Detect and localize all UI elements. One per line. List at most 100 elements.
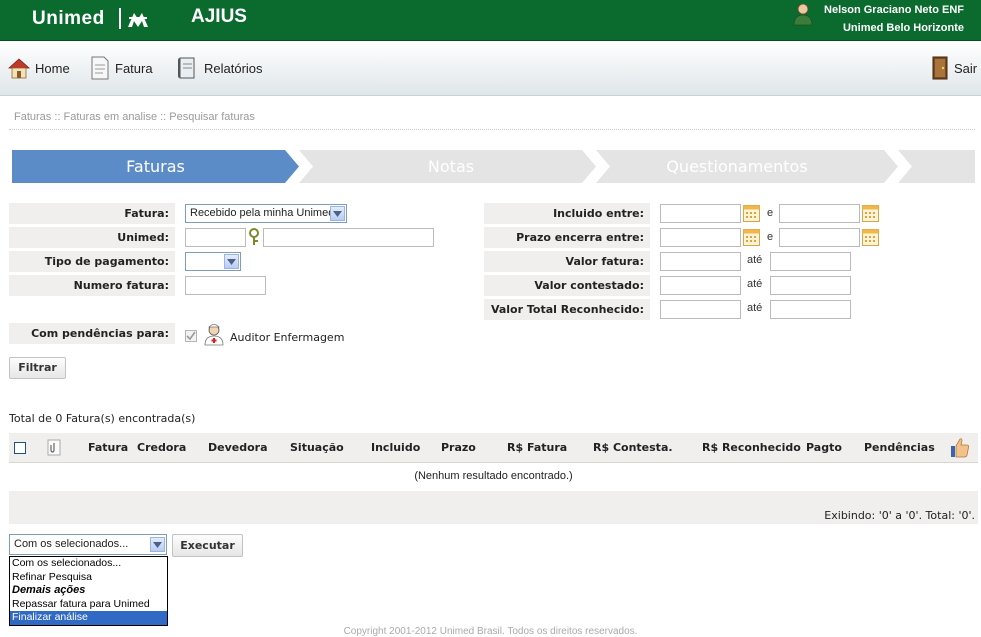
nav-relatorios-label: Relatórios — [204, 60, 263, 76]
calendar-icon[interactable] — [862, 205, 879, 222]
attachment-icon — [47, 439, 61, 456]
ate-label: até — [747, 302, 763, 314]
nav-home[interactable]: Home — [7, 54, 70, 82]
nav-home-label: Home — [35, 60, 70, 76]
ate-label: até — [747, 254, 763, 266]
col-credora[interactable]: Credora — [137, 441, 186, 454]
prazo-from-input[interactable] — [660, 228, 741, 247]
steps-wizard: Faturas Notas Questionamentos — [12, 150, 975, 183]
valor-fatura-label: Valor fatura: — [484, 251, 650, 272]
results-table-header: Fatura Credora Devedora Situação Incluid… — [9, 433, 978, 463]
col-pendencias[interactable]: Pendências — [864, 441, 935, 454]
unimed-code-input[interactable] — [185, 228, 246, 247]
copyright: Copyright 2001-2012 Unimed Brasil. Todos… — [343, 626, 638, 637]
filtrar-button[interactable]: Filtrar — [9, 357, 66, 379]
option-refinar-pesquisa[interactable]: Refinar Pesquisa — [10, 571, 167, 585]
incluido-from-input[interactable] — [660, 204, 741, 223]
col-rs-contesta[interactable]: R$ Contesta. — [593, 441, 673, 454]
step-faturas[interactable]: Faturas — [12, 150, 299, 183]
executar-button[interactable]: Executar — [172, 534, 243, 557]
breadcrumb: Faturas :: Faturas em analise :: Pesquis… — [14, 111, 255, 123]
col-prazo[interactable]: Prazo — [441, 441, 476, 454]
e-label: e — [767, 207, 774, 219]
fatura-select-value: Recebido pela minha Unimed — [190, 207, 335, 219]
pendencias-label: Com pendências para: — [9, 323, 175, 344]
col-rs-reconhecido[interactable]: R$ Reconhecido — [702, 441, 801, 454]
tipo-pagamento-select[interactable] — [185, 252, 241, 271]
bulk-action-options: Com os selecionados... Refinar Pesquisa … — [9, 556, 168, 626]
check-icon — [186, 331, 196, 341]
incluido-label: Incluido entre: — [484, 203, 650, 224]
prazo-to-input[interactable] — [779, 228, 860, 247]
incluido-to-input[interactable] — [779, 204, 860, 223]
valor-contestado-to-input[interactable] — [770, 276, 851, 295]
col-rs-fatura[interactable]: R$ Fatura — [507, 441, 567, 454]
pagination-info: Exibindo: '0' a '0'. Total: '0'. — [824, 509, 975, 522]
nav-relatorios[interactable]: Relatórios — [176, 54, 263, 82]
user-info: Nelson Graciano Neto ENF Unimed Belo Hor… — [824, 1, 964, 37]
nav-fatura[interactable]: Fatura — [89, 54, 153, 82]
valor-fatura-from-input[interactable] — [660, 252, 741, 271]
auditor-enfermagem-label: Auditor Enfermagem — [230, 331, 345, 344]
key-lookup-icon[interactable] — [248, 228, 262, 246]
numero-fatura-label: Numero fatura: — [9, 275, 175, 296]
col-devedora[interactable]: Devedora — [208, 441, 268, 454]
col-pagto[interactable]: Pagto — [806, 441, 842, 454]
unimed-logo-icon — [128, 13, 148, 27]
valor-contestado-label: Valor contestado: — [484, 275, 650, 296]
top-header: Unimed AJIUS Nelson Graciano Neto ENF Un… — [0, 0, 981, 41]
calendar-icon[interactable] — [862, 229, 879, 246]
chevron-down-icon[interactable] — [224, 254, 239, 269]
valor-total-to-input[interactable] — [770, 300, 851, 319]
breadcrumb-divider — [9, 129, 975, 130]
brand-separator — [119, 8, 121, 29]
unimed-label: Unimed: — [9, 227, 175, 248]
calendar-icon[interactable] — [743, 205, 760, 222]
option-repassar-fatura[interactable]: Repassar fatura para Unimed — [10, 598, 167, 612]
main-nav: Home Fatura Relatórios Sair — [0, 41, 981, 96]
valor-total-from-input[interactable] — [660, 300, 741, 319]
user-unit: Unimed Belo Horizonte — [842, 22, 964, 34]
home-icon — [7, 58, 31, 79]
valor-contestado-from-input[interactable] — [660, 276, 741, 295]
select-all-checkbox[interactable] — [14, 442, 26, 454]
valor-fatura-to-input[interactable] — [770, 252, 851, 271]
empty-results-message: (Nenhum resultado encontrado.) — [414, 470, 573, 482]
bulk-action-select[interactable]: Com os selecionados... — [9, 534, 167, 555]
bulk-action-value: Com os selecionados... — [14, 538, 129, 550]
step-notas[interactable]: Notas — [306, 150, 596, 183]
col-situacao[interactable]: Situação — [290, 441, 344, 454]
chevron-down-icon[interactable] — [330, 206, 345, 221]
results-total: Total de 0 Fatura(s) encontrada(s) — [9, 412, 196, 425]
prazo-label: Prazo encerra entre: — [484, 227, 650, 248]
unimed-name-input[interactable] — [263, 228, 434, 247]
thumbs-up-icon — [951, 438, 969, 458]
numero-fatura-input[interactable] — [185, 276, 266, 295]
col-fatura[interactable]: Fatura — [88, 441, 128, 454]
nav-sair-label: Sair — [954, 60, 978, 76]
fatura-select[interactable]: Recebido pela minha Unimed — [185, 204, 347, 223]
chevron-down-icon[interactable] — [150, 537, 165, 552]
document-icon — [91, 56, 109, 80]
reports-icon — [178, 57, 195, 79]
nav-fatura-label: Fatura — [115, 60, 153, 76]
app-title: AJIUS — [191, 6, 247, 27]
calendar-icon[interactable] — [743, 229, 760, 246]
e-label: e — [767, 231, 774, 243]
pendencias-checkbox[interactable] — [185, 330, 197, 342]
valor-total-label: Valor Total Reconhecido: — [484, 299, 650, 320]
option-finalizar-analise[interactable]: Finalizar análise — [10, 611, 167, 625]
fatura-label: Fatura: — [9, 203, 175, 224]
exit-door-icon — [932, 56, 948, 80]
user-avatar-icon — [793, 3, 813, 26]
nurse-icon — [204, 324, 224, 346]
user-name: Nelson Graciano Neto ENF — [824, 4, 964, 16]
step-questionamentos[interactable]: Questionamentos — [603, 150, 871, 183]
col-incluido[interactable]: Incluido — [371, 441, 420, 454]
ate-label: até — [747, 278, 763, 290]
brand-logo-text: Unimed — [32, 8, 105, 29]
option-com-selecionados[interactable]: Com os selecionados... — [10, 557, 167, 571]
optgroup-demais-acoes: Demais ações — [12, 584, 86, 596]
nav-sair[interactable]: Sair — [930, 54, 977, 82]
tipo-pagamento-label: Tipo de pagamento: — [9, 251, 175, 272]
